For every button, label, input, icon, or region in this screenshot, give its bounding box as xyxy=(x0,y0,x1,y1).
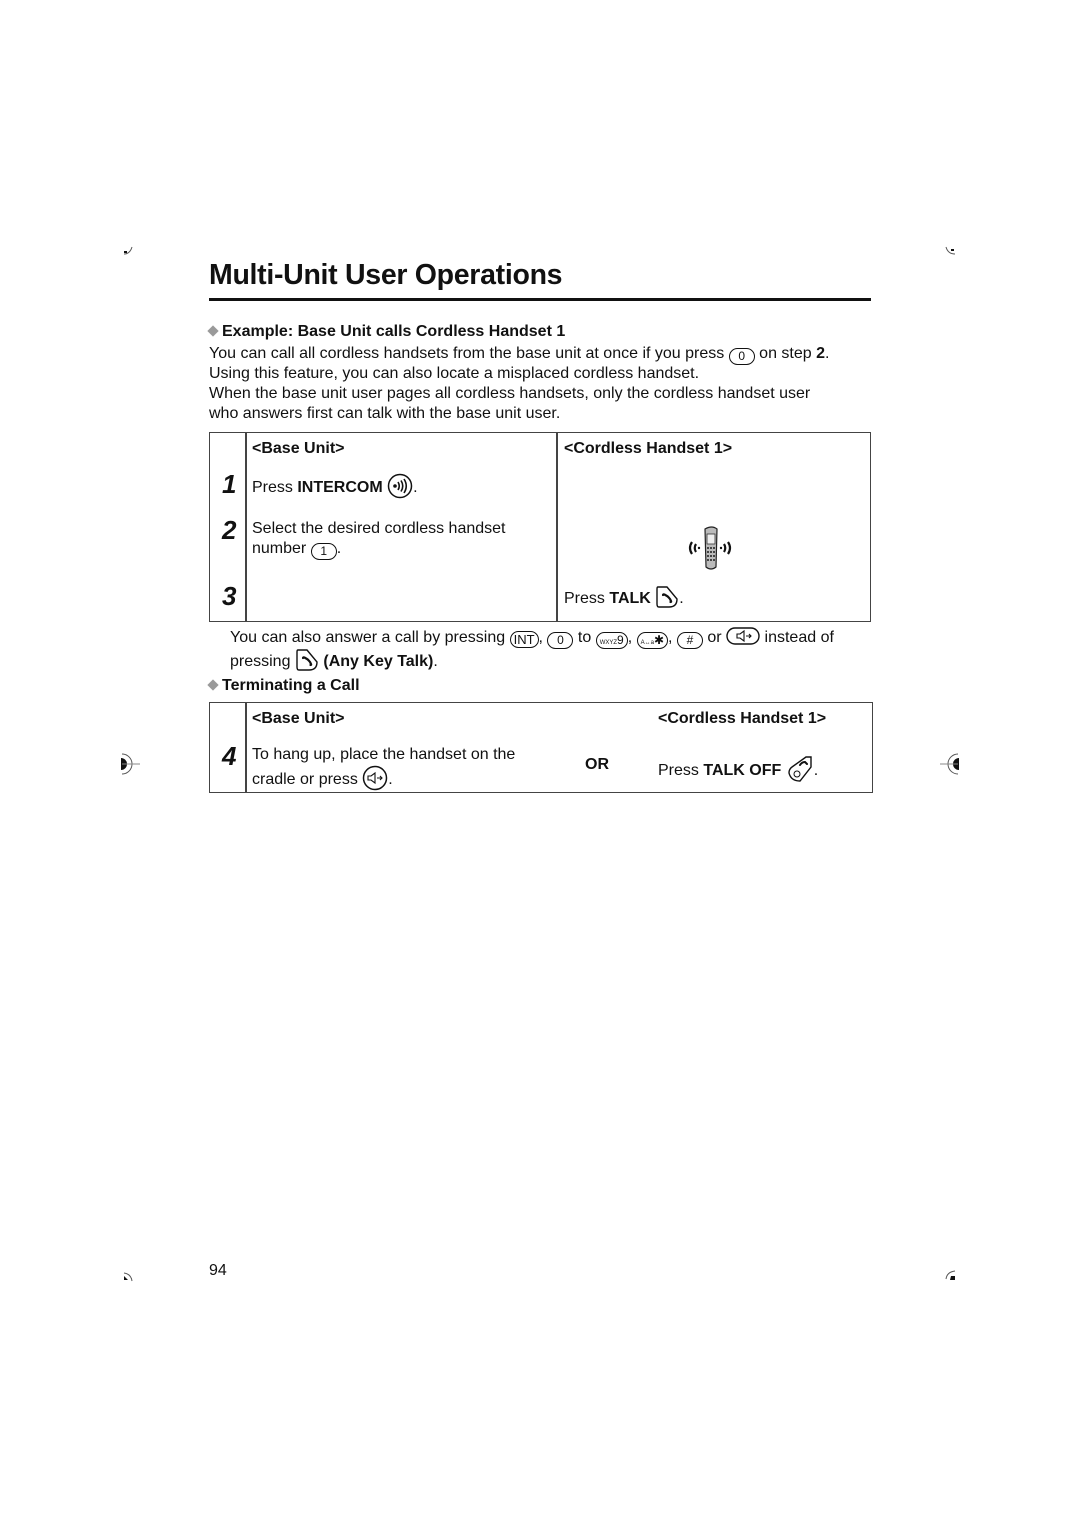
terminate-heading-text: Terminating a Call xyxy=(222,677,360,694)
step-number: 4 xyxy=(222,741,237,771)
step-4-instruction-line-2: cradle or press . xyxy=(252,765,393,791)
text: pressing xyxy=(230,653,291,670)
text: . xyxy=(413,479,418,496)
step-4-instruction-line-1: To hang up, place the handset on the xyxy=(252,746,516,763)
text: , xyxy=(668,629,673,646)
talk-button-icon xyxy=(296,649,318,671)
talk-off-instruction: Press TALK OFF . xyxy=(658,755,818,783)
talk-button-icon xyxy=(656,586,678,608)
step-1-instruction: Press INTERCOM . xyxy=(252,473,418,499)
diamond-bullet-icon xyxy=(207,679,219,691)
example-paragraph-line-1: You can call all cordless handsets from … xyxy=(209,344,829,365)
text: . xyxy=(825,345,830,362)
button-name: TALK OFF xyxy=(703,762,782,779)
text: Press xyxy=(658,762,699,779)
step-number: 3 xyxy=(222,581,237,611)
registration-mark-left xyxy=(121,753,140,775)
note-line-1: You can also answer a call by pressing I… xyxy=(230,627,834,649)
step-2-instruction-line-2: number 1. xyxy=(252,539,341,560)
column-header-base-unit: <Base Unit> xyxy=(252,710,345,727)
step-2-instruction-line-1: Select the desired cordless handset xyxy=(252,520,506,537)
column-header-cordless-handset: <Cordless Handset 1> xyxy=(564,440,733,457)
text: Press xyxy=(252,479,293,496)
crop-mark-bottom-left xyxy=(123,1272,133,1282)
key-label: ✱ xyxy=(653,633,665,647)
registration-mark-right xyxy=(940,753,959,775)
text: number xyxy=(252,540,307,557)
one-key-icon: 1 xyxy=(310,543,337,560)
text: . xyxy=(433,653,438,670)
text: to xyxy=(577,629,592,646)
ringing-handset-icon xyxy=(688,526,732,570)
diamond-bullet-icon xyxy=(207,325,219,337)
step-ref: 2 xyxy=(816,345,826,362)
text: on step xyxy=(759,345,812,362)
table-divider xyxy=(245,703,247,792)
zero-key-icon: 0 xyxy=(547,632,574,649)
page-number: 94 xyxy=(209,1262,227,1279)
text: You can call all cordless handsets from … xyxy=(209,345,725,362)
column-header-base-unit: <Base Unit> xyxy=(252,440,345,457)
text: . xyxy=(679,590,684,607)
text: , xyxy=(538,629,543,646)
text: instead of xyxy=(764,629,834,646)
button-name: TALK xyxy=(609,590,651,607)
text: cradle or press xyxy=(252,771,358,788)
terminate-table: <Base Unit> <Cordless Handset 1> 4 To ha… xyxy=(209,702,873,793)
speakerphone-key-icon xyxy=(726,627,760,645)
terminate-heading: Terminating a Call xyxy=(206,677,360,695)
step-number: 2 xyxy=(222,515,237,545)
key-label: 9 xyxy=(617,633,624,647)
text: . xyxy=(388,771,393,788)
note-line-2: pressing (Any Key Talk). xyxy=(230,648,438,672)
text: . xyxy=(336,540,342,557)
text: or xyxy=(707,629,722,646)
example-heading: Example: Base Unit calls Cordless Handse… xyxy=(206,323,565,341)
key-sub-label: A↔a xyxy=(640,640,654,646)
key-sub-label: WXYZ xyxy=(599,640,618,646)
text: , xyxy=(627,629,633,646)
intercom-button-icon xyxy=(387,473,413,499)
text: . xyxy=(813,762,819,779)
crop-mark-top-left xyxy=(123,246,133,255)
step-3-instruction: Press TALK . xyxy=(564,585,684,609)
example-paragraph-line-4: who answers first can talk with the base… xyxy=(209,405,561,422)
zero-key-icon: 0 xyxy=(728,348,755,365)
table-divider xyxy=(556,433,558,621)
text: Press xyxy=(564,590,605,607)
text: You can also answer a call by pressing xyxy=(230,629,506,646)
example-heading-text: Example: Base Unit calls Cordless Handse… xyxy=(222,323,566,340)
steps-table: <Base Unit> <Cordless Handset 1> 1 Press… xyxy=(209,432,871,622)
talk-off-button-icon xyxy=(788,756,812,782)
nine-key-icon: WXYZ9 xyxy=(595,632,628,649)
table-divider xyxy=(245,433,247,621)
feature-name: (Any Key Talk) xyxy=(323,653,434,670)
int-key-icon: INT xyxy=(509,631,539,648)
or-separator: OR xyxy=(585,756,609,773)
title-divider xyxy=(209,298,871,301)
button-name: INTERCOM xyxy=(297,479,383,496)
crop-mark-top-right xyxy=(945,246,956,255)
example-paragraph-line-3: When the base unit user pages all cordle… xyxy=(209,385,811,402)
speakerphone-button-icon xyxy=(363,765,388,791)
star-key-icon: A↔a✱ xyxy=(636,632,669,649)
step-number: 1 xyxy=(222,469,237,499)
hash-key-icon: # xyxy=(676,632,703,649)
column-header-cordless-handset: <Cordless Handset 1> xyxy=(658,710,827,727)
crop-mark-bottom-right xyxy=(945,1270,956,1280)
example-paragraph-line-2: Using this feature, you can also locate … xyxy=(209,365,700,382)
page-title: Multi-Unit User Operations xyxy=(209,259,563,291)
